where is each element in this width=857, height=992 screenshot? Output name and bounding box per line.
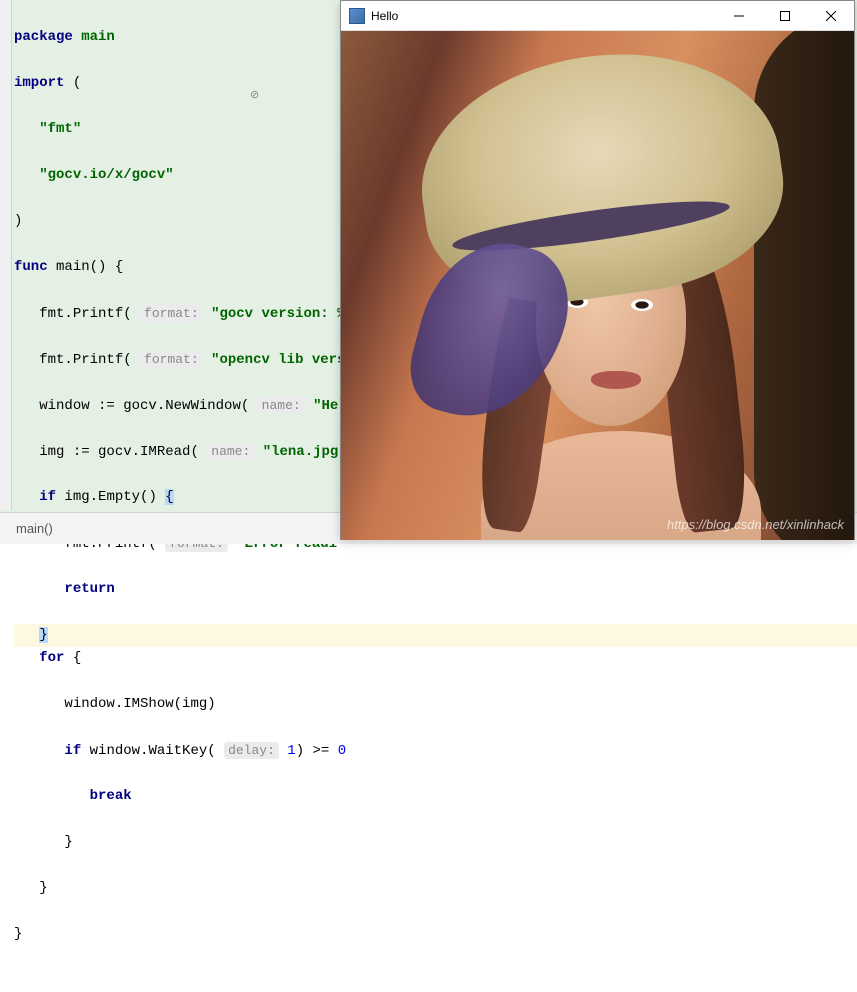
window-title: Hello: [371, 9, 716, 23]
param-hint: name:: [207, 443, 254, 460]
code-line: if window.WaitKey( delay: 1) >= 0: [14, 739, 857, 762]
keyword-break: break: [90, 788, 132, 804]
code-line: window.IMShow(img): [14, 693, 857, 716]
minimize-button[interactable]: [716, 1, 762, 31]
identifier: main: [81, 29, 115, 45]
code-line: }: [14, 877, 857, 900]
keyword-return: return: [64, 581, 114, 597]
keyword-import: import: [14, 75, 64, 91]
keyword-func: func: [14, 259, 48, 275]
code-line-current: }: [14, 624, 857, 647]
string-literal: "lena.jpg": [263, 444, 347, 460]
image-decor: [631, 299, 653, 311]
param-hint: name:: [258, 397, 305, 414]
string-literal: "fmt": [39, 121, 81, 137]
keyword-package: package: [14, 29, 73, 45]
keyword-if: if: [39, 489, 56, 505]
param-hint: format:: [140, 305, 203, 322]
code-line: }: [14, 831, 857, 854]
string-literal: "gocv.io/x/gocv": [39, 167, 173, 183]
image-decor: [754, 31, 854, 540]
breadcrumb-item[interactable]: main(): [16, 521, 53, 536]
window-titlebar[interactable]: Hello: [341, 1, 854, 31]
code-line: break: [14, 785, 857, 808]
image-decor: [591, 371, 641, 389]
output-window: Hello https://blog.csdn.net/xinlinhack: [340, 0, 855, 540]
param-hint: format:: [140, 351, 203, 368]
brace-match: {: [165, 489, 173, 505]
editor-gutter[interactable]: [0, 0, 12, 510]
image-viewport: https://blog.csdn.net/xinlinhack: [341, 31, 854, 540]
code-line: for {: [14, 647, 857, 670]
code-line: }: [14, 923, 857, 946]
window-icon: [349, 8, 365, 24]
brace-match: }: [39, 627, 47, 643]
string-literal: "gocv version: %: [211, 306, 345, 322]
string-literal: "opencv lib vers: [211, 352, 345, 368]
code-line: return: [14, 578, 857, 601]
watermark-text: https://blog.csdn.net/xinlinhack: [667, 517, 844, 532]
keyword-if: if: [64, 743, 81, 759]
close-button[interactable]: [808, 1, 854, 31]
number-literal: 0: [338, 743, 346, 759]
collapse-icon[interactable]: ⊘: [250, 88, 266, 100]
maximize-button[interactable]: [762, 1, 808, 31]
number-literal: 1: [287, 743, 295, 759]
param-hint: delay:: [224, 742, 279, 759]
keyword-for: for: [39, 650, 64, 666]
